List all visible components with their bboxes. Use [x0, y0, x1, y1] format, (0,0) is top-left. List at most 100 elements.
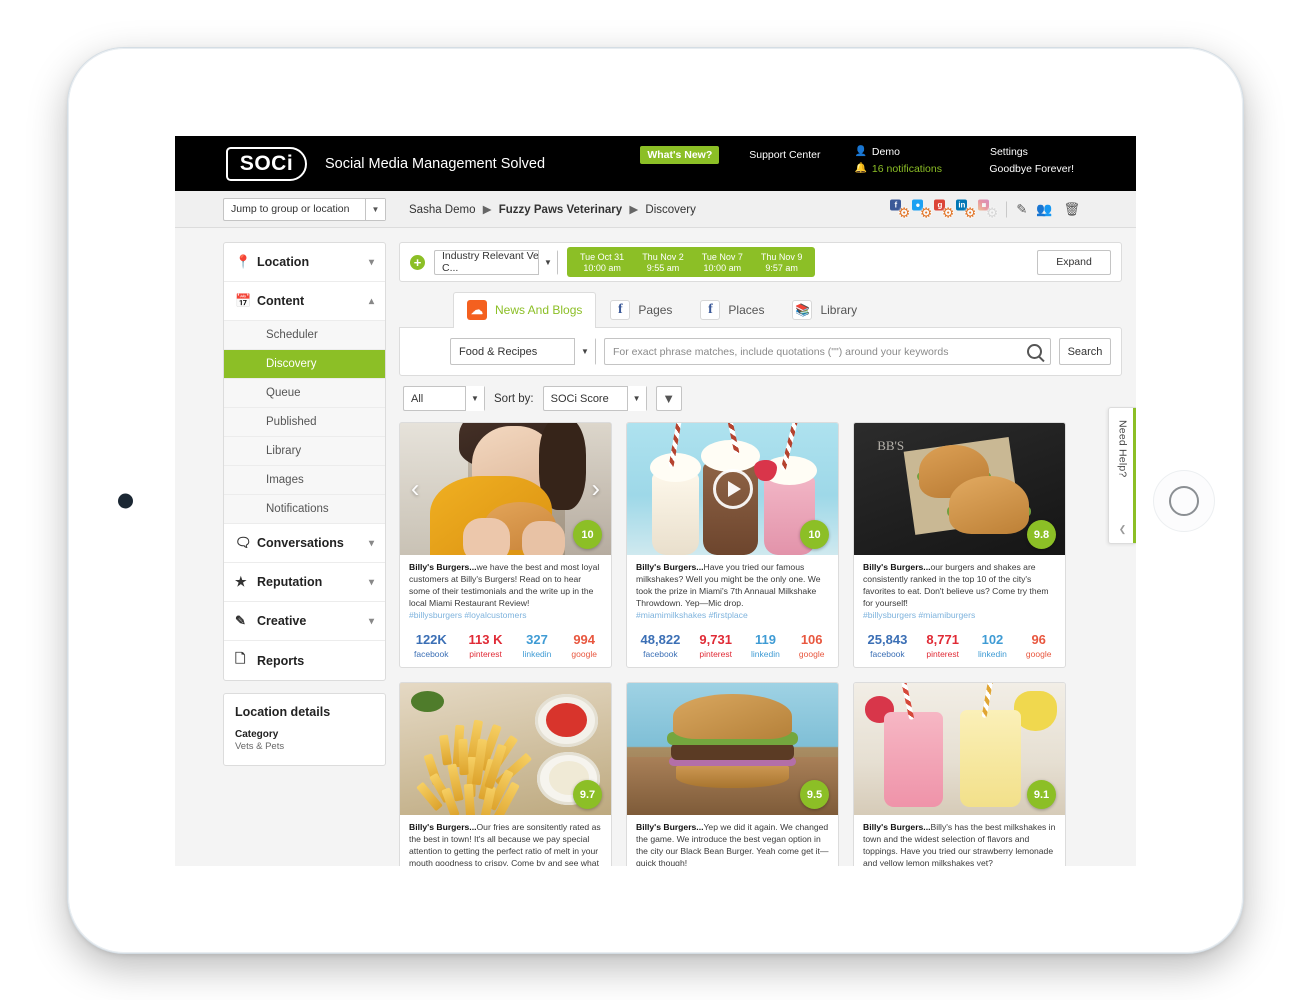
search-input-wrapper[interactable]	[604, 338, 1051, 365]
sidebar: 📍 Location ▾ 📅 Content ▴ Scheduler Disco…	[175, 228, 390, 866]
edit-pencil-icon[interactable]: ✎	[1016, 201, 1027, 217]
stat-pinterest: 9,731 pinterest	[699, 632, 732, 659]
trash-icon[interactable]: 🗑	[1063, 201, 1080, 217]
stat-value: 8,771	[926, 632, 959, 648]
jump-to-location-select[interactable]: Jump to group or location ▼	[223, 197, 386, 221]
rss-icon: ☁	[467, 300, 487, 320]
need-help-label: Need Help?	[1116, 420, 1129, 478]
chevron-down-icon: ▼	[365, 198, 385, 220]
search-input[interactable]	[613, 345, 1027, 358]
search-button[interactable]: Search	[1059, 338, 1111, 365]
search-category-value: Food & Recipes	[459, 345, 538, 358]
location-details-title: Location details	[235, 705, 331, 719]
video-play-icon[interactable]	[712, 469, 753, 509]
campaign-select[interactable]: Industry Relevant Vet C... ▼	[434, 249, 558, 275]
discovery-card[interactable]: 9.7 Billy's Burgers...Our fries are sons…	[399, 682, 612, 866]
sidebar-item-creative[interactable]: ✎ Creative ▾	[224, 602, 385, 641]
sidebar-item-images[interactable]: Images	[224, 466, 385, 495]
card-image[interactable]: 10	[627, 423, 838, 555]
card-image[interactable]: ‹ › 10	[400, 423, 611, 555]
sidebar-item-label: Creative	[257, 614, 307, 628]
breadcrumb-page: Discovery	[645, 204, 696, 216]
notifications-link[interactable]: 16 notifications	[872, 163, 942, 175]
linkedin-paw-icon[interactable]: in ⚙	[956, 199, 976, 220]
sort-by-select[interactable]: SOCi Score ▼	[542, 386, 647, 411]
instagram-paw-icon[interactable]: ■ ⚙	[978, 199, 998, 220]
chevron-down-icon: ▾	[368, 537, 374, 549]
twitter-paw-icon[interactable]: ● ⚙	[912, 199, 932, 220]
tab-pages[interactable]: f Pages	[596, 292, 686, 327]
sidebar-item-discovery[interactable]: Discovery	[224, 350, 385, 379]
sidebar-item-library[interactable]: Library	[224, 437, 385, 466]
carousel-next-arrow-icon[interactable]: ›	[592, 475, 600, 504]
funnel-filter-icon[interactable]: ▼	[655, 386, 682, 411]
discovery-card[interactable]: 10 Billy's Burgers...Have you tried our …	[626, 422, 839, 669]
discovery-card[interactable]: 9.5 Billy's Burgers...Yep we did it agai…	[626, 682, 839, 866]
sidebar-item-reports[interactable]: 🗋 Reports	[224, 641, 385, 680]
card-image[interactable]: 9.1	[854, 683, 1065, 816]
expand-button[interactable]: Expand	[1037, 249, 1111, 275]
sidebar-item-reputation[interactable]: ★ Reputation ▾	[224, 563, 385, 602]
users-icon[interactable]: 👥	[1036, 201, 1052, 217]
settings-link[interactable]: Settings	[990, 146, 1028, 158]
stat-label: linkedin	[522, 649, 552, 660]
stat-linkedin: 102 linkedin	[978, 632, 1007, 660]
creative-icon: ✎	[235, 613, 246, 628]
sidebar-item-label: Reports	[257, 653, 305, 668]
campaign-toolbar: + Industry Relevant Vet C... ▼ Tue Oct 3…	[399, 242, 1122, 282]
sidebar-item-content[interactable]: 📅 Content ▴	[224, 282, 385, 321]
user-name[interactable]: Demo	[872, 146, 900, 158]
magnifier-icon[interactable]	[1027, 344, 1042, 359]
discovery-card[interactable]: BB'S 9.8 Billy's Burgers...our burgers a…	[853, 422, 1066, 669]
carousel-prev-arrow-icon[interactable]: ‹	[411, 475, 419, 504]
need-help-tab[interactable]: Need Help? ❮	[1108, 407, 1136, 544]
card-image[interactable]: 9.7	[400, 683, 611, 816]
plus-circle-icon[interactable]: +	[410, 254, 425, 270]
card-image[interactable]: BB'S 9.8	[854, 423, 1065, 555]
sidebar-item-location[interactable]: 📍 Location ▾	[224, 243, 385, 282]
googleplus-paw-icon[interactable]: g ⚙	[934, 199, 954, 220]
discovery-card[interactable]: 9.1 Billy's Burgers...Billy's has the be…	[853, 682, 1066, 866]
card-hashtags: #billysburgers #miamiburgers	[863, 610, 976, 621]
bell-icon: 🔔	[854, 163, 867, 174]
facebook-paw-icon[interactable]: f ⚙	[890, 199, 910, 220]
sidebar-item-label: Conversations	[257, 536, 344, 550]
tab-library[interactable]: 📚 Library	[778, 292, 871, 327]
support-center-link[interactable]: Support Center	[749, 149, 820, 161]
stat-facebook: 122K facebook	[414, 632, 449, 659]
search-category-select[interactable]: Food & Recipes ▼	[450, 338, 596, 365]
schedule-time: 9:55 am	[646, 262, 680, 273]
whats-new-badge[interactable]: What's New?	[640, 146, 720, 164]
breadcrumb-account[interactable]: Sasha Demo	[409, 204, 475, 216]
campaign-schedule-chips[interactable]: Tue Oct 31 10:00 am Thu Nov 2 9:55 am Tu…	[567, 247, 816, 277]
tab-places[interactable]: f Places	[686, 292, 778, 327]
stat-value: 25,843	[867, 632, 908, 648]
chevron-left-icon[interactable]: ❮	[1119, 524, 1127, 535]
breadcrumb-location[interactable]: Fuzzy Paws Veterinary	[499, 204, 622, 216]
card-body: Billy's Burgers...Yep we did it again. W…	[627, 815, 838, 866]
discovery-card[interactable]: ‹ › 10 Billy's Burgers...we have the bes…	[399, 422, 612, 669]
soci-logo[interactable]: SOCi	[226, 146, 307, 181]
stat-value: 327	[526, 632, 548, 648]
stat-label: linkedin	[751, 649, 780, 660]
stat-label: linkedin	[978, 649, 1007, 660]
sidebar-item-conversations[interactable]: 🗨 Conversations ▾	[224, 524, 385, 563]
type-filter-select[interactable]: All ▼	[403, 386, 485, 411]
tab-label: Places	[728, 303, 765, 317]
schedule-day: Thu Nov 2	[642, 251, 684, 262]
sidebar-item-queue[interactable]: Queue	[224, 379, 385, 408]
tab-label: Library	[820, 303, 858, 317]
sidebar-item-notifications[interactable]: Notifications	[224, 495, 385, 524]
stat-label: facebook	[643, 649, 678, 660]
soci-score-badge: 10	[573, 520, 602, 549]
sidebar-item-published[interactable]: Published	[224, 408, 385, 437]
card-image[interactable]: 9.5	[627, 683, 838, 816]
tab-news-and-blogs[interactable]: ☁ News And Blogs	[453, 292, 597, 328]
card-body: Billy's Burgers...Have you tried our fam…	[627, 555, 838, 626]
stat-label: pinterest	[926, 649, 959, 660]
logout-link[interactable]: Goodbye Forever!	[989, 163, 1074, 175]
card-hashtags: #miamimilkshakes #firstplace	[636, 610, 748, 621]
tablet-home-button[interactable]	[1153, 469, 1215, 532]
stat-value: 106	[800, 632, 823, 648]
sidebar-item-scheduler[interactable]: Scheduler	[224, 321, 385, 350]
